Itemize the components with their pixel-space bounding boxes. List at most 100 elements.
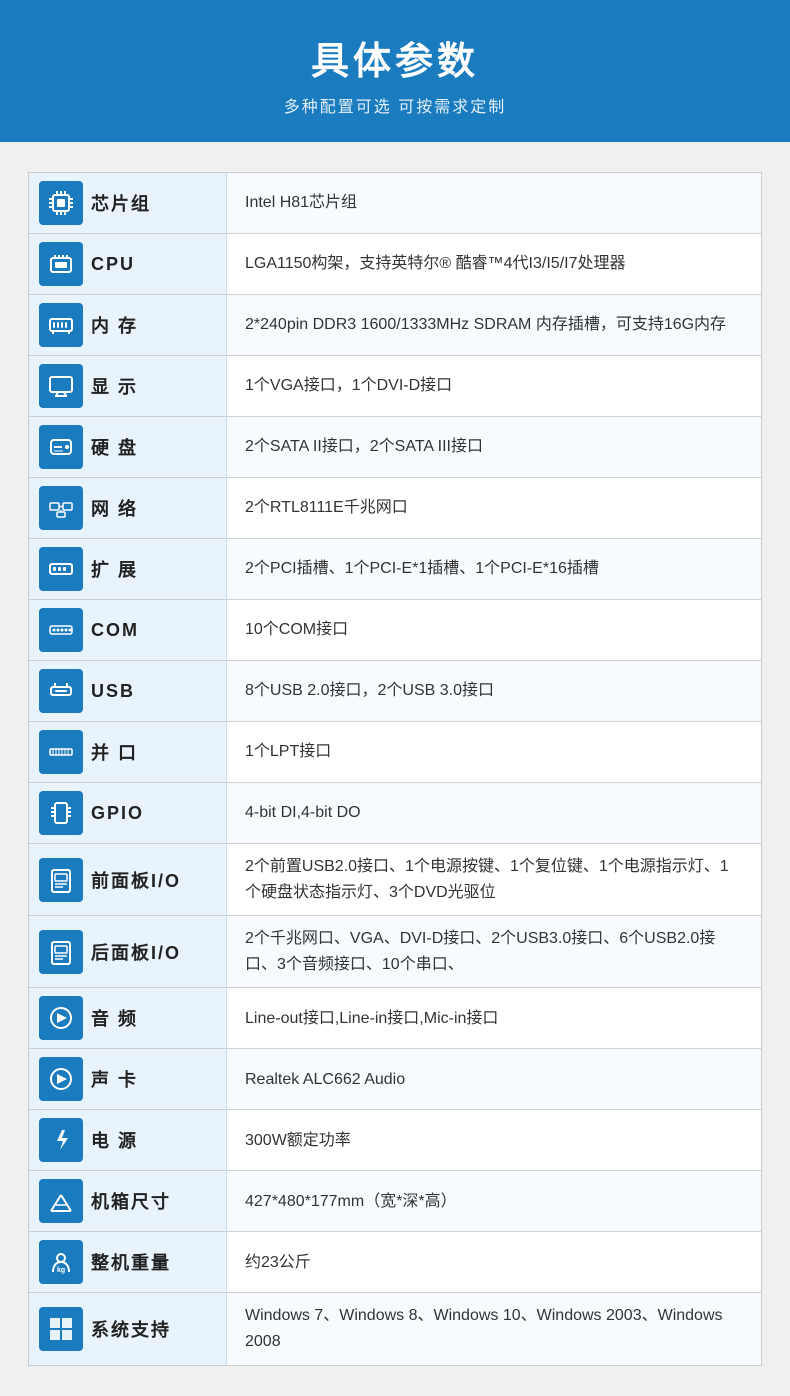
- table-row-front-panel: 前面板I/O 2个前置USB2.0接口、1个电源按键、1个复位键、1个电源指示灯…: [29, 844, 761, 916]
- label-cell-com: COM: [29, 600, 227, 660]
- icon-display: [39, 364, 83, 408]
- table-row-chassis: 机箱尺寸 427*480*177mm（宽*深*高）: [29, 1171, 761, 1232]
- table-row-usb: USB 8个USB 2.0接口，2个USB 3.0接口: [29, 661, 761, 722]
- label-cell-rear-panel: 后面板I/O: [29, 916, 227, 987]
- icon-rear-panel: [39, 930, 83, 974]
- label-cell-network: 网 络: [29, 478, 227, 538]
- table-row-rear-panel: 后面板I/O 2个千兆网口、VGA、DVI-D接口、2个USB3.0接口、6个U…: [29, 916, 761, 988]
- label-text-network: 网 络: [91, 495, 138, 521]
- spacer: [0, 142, 790, 172]
- label-text-sound-card: 声 卡: [91, 1066, 138, 1092]
- icon-memory: [39, 303, 83, 347]
- label-cell-expand: 扩 展: [29, 539, 227, 599]
- icon-os: [39, 1307, 83, 1351]
- table-row-os: 系统支持 Windows 7、Windows 8、Windows 10、Wind…: [29, 1293, 761, 1364]
- table-row-harddisk: 硬 盘 2个SATA II接口，2个SATA III接口: [29, 417, 761, 478]
- icon-power: [39, 1118, 83, 1162]
- value-cell-usb: 8个USB 2.0接口，2个USB 3.0接口: [227, 661, 761, 721]
- icon-expand: [39, 547, 83, 591]
- value-cell-rear-panel: 2个千兆网口、VGA、DVI-D接口、2个USB3.0接口、6个USB2.0接口…: [227, 916, 761, 987]
- label-cell-os: 系统支持: [29, 1293, 227, 1364]
- label-cell-chassis: 机箱尺寸: [29, 1171, 227, 1231]
- svg-text:kg: kg: [57, 1267, 65, 1274]
- label-cell-parallel: 并 口: [29, 722, 227, 782]
- icon-chipset: [39, 181, 83, 225]
- label-text-harddisk: 硬 盘: [91, 434, 138, 460]
- label-cell-usb: USB: [29, 661, 227, 721]
- value-cell-com: 10个COM接口: [227, 600, 761, 660]
- label-cell-power: 电 源: [29, 1110, 227, 1170]
- label-cell-front-panel: 前面板I/O: [29, 844, 227, 915]
- label-text-front-panel: 前面板I/O: [91, 867, 181, 893]
- value-cell-harddisk: 2个SATA II接口，2个SATA III接口: [227, 417, 761, 477]
- page-subtitle: 多种配置可选 可按需求定制: [20, 93, 770, 117]
- table-row-network: 网 络 2个RTL8111E千兆网口: [29, 478, 761, 539]
- label-cell-sound-card: 声 卡: [29, 1049, 227, 1109]
- table-row-audio-port: 音 频 Line-out接口,Line-in接口,Mic-in接口: [29, 988, 761, 1049]
- label-cell-memory: 内 存: [29, 295, 227, 355]
- value-cell-power: 300W额定功率: [227, 1110, 761, 1170]
- value-cell-audio-port: Line-out接口,Line-in接口,Mic-in接口: [227, 988, 761, 1048]
- value-cell-gpio: 4-bit DI,4-bit DO: [227, 783, 761, 843]
- icon-chassis: [39, 1179, 83, 1223]
- label-text-gpio: GPIO: [91, 803, 144, 824]
- value-cell-network: 2个RTL8111E千兆网口: [227, 478, 761, 538]
- value-cell-display: 1个VGA接口，1个DVI-D接口: [227, 356, 761, 416]
- table-row-memory: 内 存 2*240pin DDR3 1600/1333MHz SDRAM 内存插…: [29, 295, 761, 356]
- table-row-gpio: GPIO 4-bit DI,4-bit DO: [29, 783, 761, 844]
- icon-front-panel: [39, 858, 83, 902]
- label-cell-harddisk: 硬 盘: [29, 417, 227, 477]
- value-cell-parallel: 1个LPT接口: [227, 722, 761, 782]
- value-cell-chipset: Intel H81芯片组: [227, 173, 761, 233]
- table-row-sound-card: 声 卡 Realtek ALC662 Audio: [29, 1049, 761, 1110]
- label-text-cpu: CPU: [91, 254, 135, 275]
- value-cell-sound-card: Realtek ALC662 Audio: [227, 1049, 761, 1109]
- label-cell-weight: kg 整机重量: [29, 1232, 227, 1292]
- icon-parallel: [39, 730, 83, 774]
- icon-gpio: [39, 791, 83, 835]
- page-title: 具体参数: [20, 30, 770, 85]
- header-section: 具体参数 多种配置可选 可按需求定制: [0, 0, 790, 142]
- icon-network: [39, 486, 83, 530]
- label-text-com: COM: [91, 620, 139, 641]
- label-cell-gpio: GPIO: [29, 783, 227, 843]
- table-row-parallel: 并 口 1个LPT接口: [29, 722, 761, 783]
- table-row-display: 显 示 1个VGA接口，1个DVI-D接口: [29, 356, 761, 417]
- value-cell-front-panel: 2个前置USB2.0接口、1个电源按键、1个复位键、1个电源指示灯、1个硬盘状态…: [227, 844, 761, 915]
- label-text-audio-port: 音 频: [91, 1005, 138, 1031]
- icon-cpu: [39, 242, 83, 286]
- label-text-chipset: 芯片组: [91, 190, 151, 216]
- table-row-com: COM 10个COM接口: [29, 600, 761, 661]
- label-cell-chipset: 芯片组: [29, 173, 227, 233]
- label-text-power: 电 源: [91, 1127, 138, 1153]
- label-cell-cpu: CPU: [29, 234, 227, 294]
- label-cell-display: 显 示: [29, 356, 227, 416]
- icon-com: [39, 608, 83, 652]
- value-cell-os: Windows 7、Windows 8、Windows 10、Windows 2…: [227, 1293, 761, 1364]
- value-cell-expand: 2个PCI插槽、1个PCI-E*1插槽、1个PCI-E*16插槽: [227, 539, 761, 599]
- label-text-chassis: 机箱尺寸: [91, 1188, 171, 1214]
- icon-sound-card: [39, 1057, 83, 1101]
- icon-usb: [39, 669, 83, 713]
- table-row-weight: kg 整机重量 约23公斤: [29, 1232, 761, 1293]
- label-text-memory: 内 存: [91, 312, 138, 338]
- value-cell-memory: 2*240pin DDR3 1600/1333MHz SDRAM 内存插槽，可支…: [227, 295, 761, 355]
- label-text-usb: USB: [91, 681, 135, 702]
- value-cell-weight: 约23公斤: [227, 1232, 761, 1292]
- value-cell-cpu: LGA1150构架，支持英特尔® 酷睿™4代I3/I5/I7处理器: [227, 234, 761, 294]
- label-text-weight: 整机重量: [91, 1249, 171, 1275]
- icon-weight: kg: [39, 1240, 83, 1284]
- specs-table: 芯片组 Intel H81芯片组 CPU LGA1150构架，支持英特尔® 酷睿…: [28, 172, 762, 1366]
- label-text-display: 显 示: [91, 373, 138, 399]
- label-text-expand: 扩 展: [91, 556, 138, 582]
- table-row-expand: 扩 展 2个PCI插槽、1个PCI-E*1插槽、1个PCI-E*16插槽: [29, 539, 761, 600]
- table-row-power: 电 源 300W额定功率: [29, 1110, 761, 1171]
- label-text-parallel: 并 口: [91, 739, 138, 765]
- label-text-os: 系统支持: [91, 1316, 171, 1342]
- value-cell-chassis: 427*480*177mm（宽*深*高）: [227, 1171, 761, 1231]
- icon-harddisk: [39, 425, 83, 469]
- icon-audio-port: [39, 996, 83, 1040]
- label-text-rear-panel: 后面板I/O: [91, 939, 181, 965]
- table-row-cpu: CPU LGA1150构架，支持英特尔® 酷睿™4代I3/I5/I7处理器: [29, 234, 761, 295]
- label-cell-audio-port: 音 频: [29, 988, 227, 1048]
